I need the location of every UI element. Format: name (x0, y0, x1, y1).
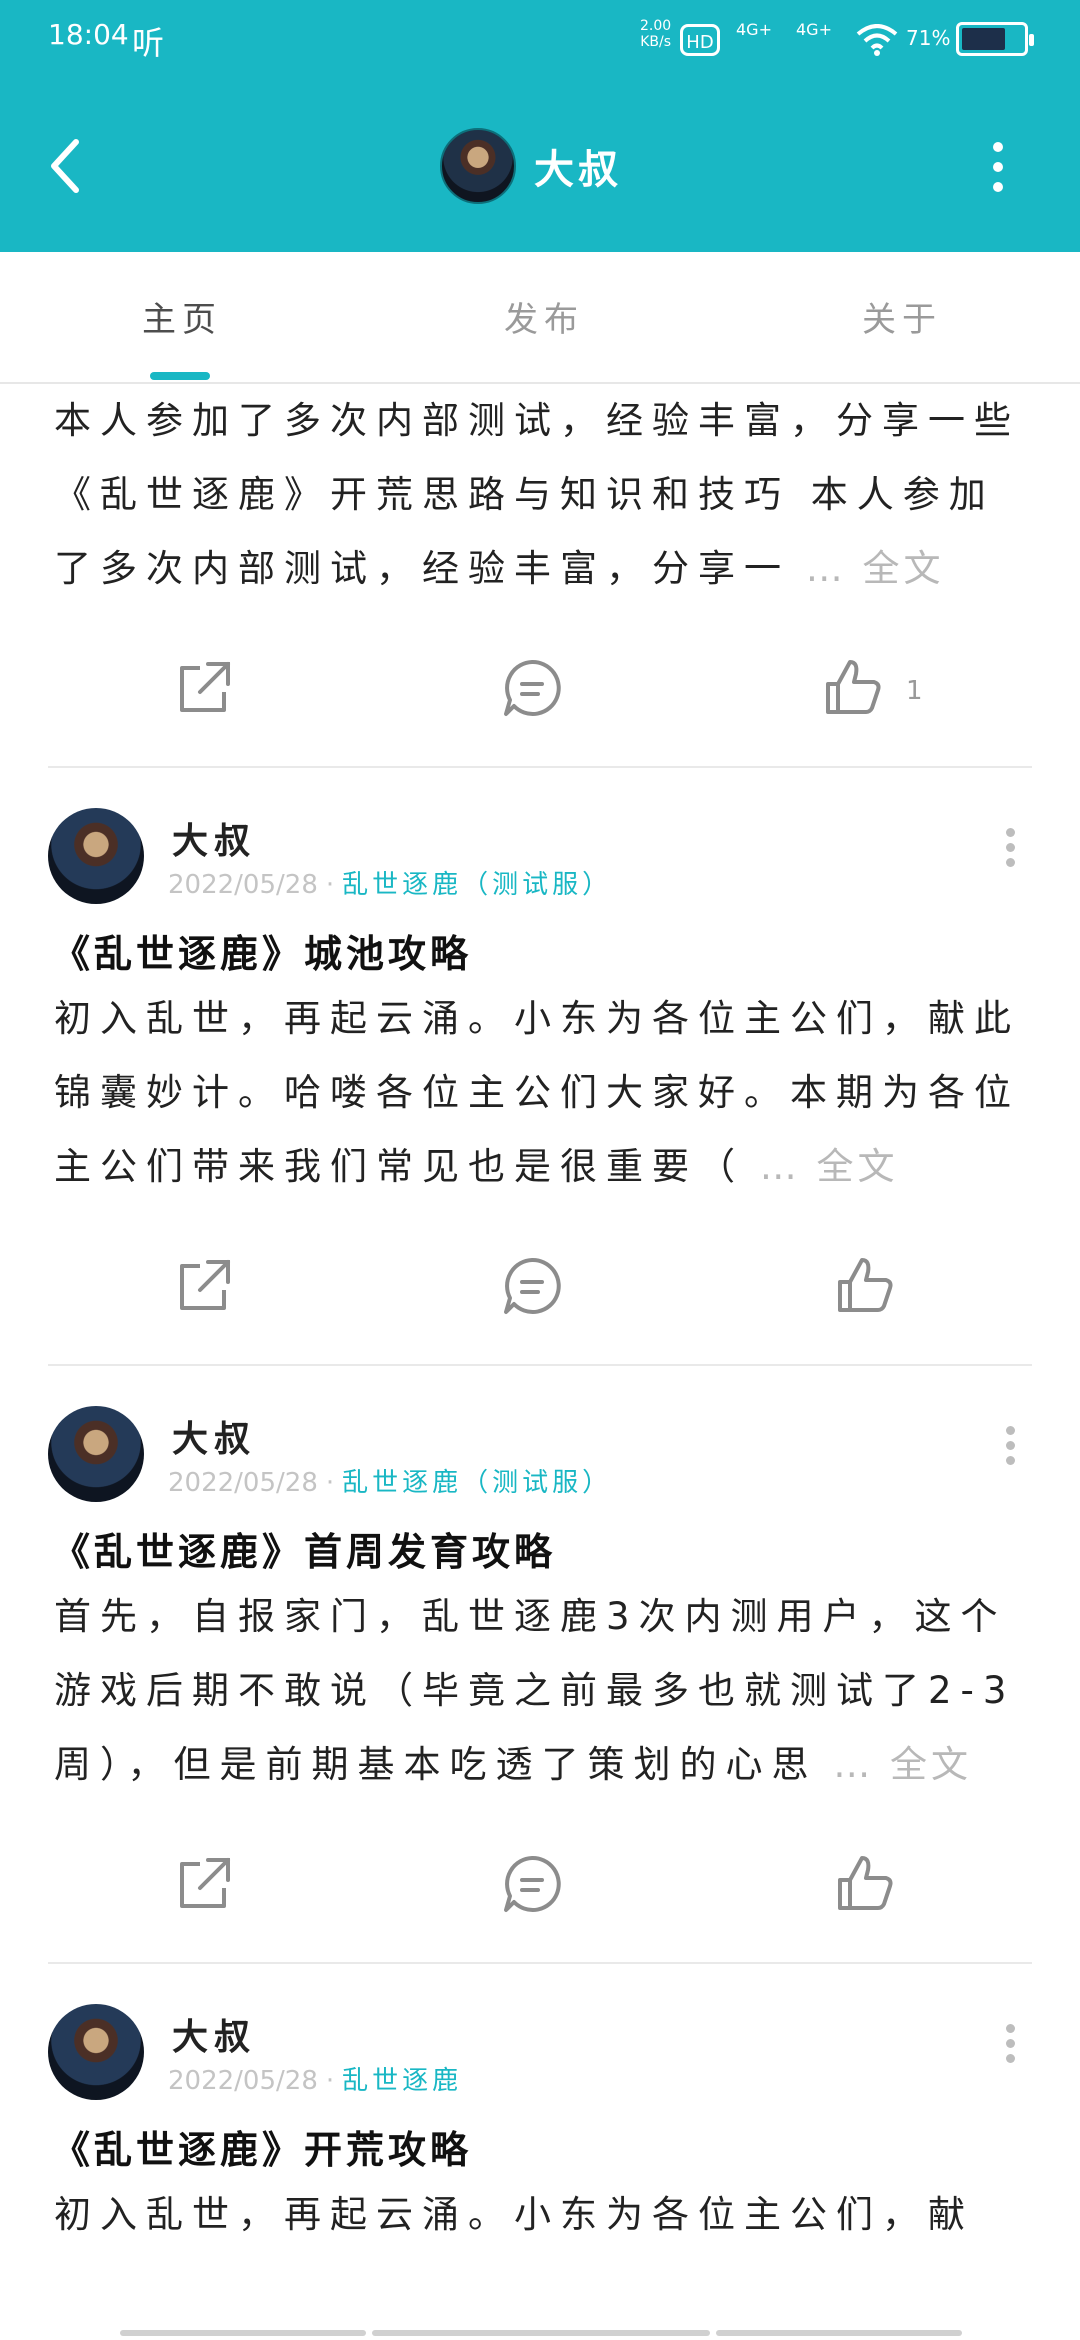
back-arrow-icon[interactable] (42, 136, 92, 196)
battery-percent: 71% (906, 26, 951, 50)
header-profile[interactable]: 大叔 (440, 128, 622, 204)
author-name[interactable]: 大叔 (172, 812, 256, 864)
battery-fill (962, 28, 1005, 50)
post-date: 2022/05/28 (168, 870, 318, 900)
post-meta: 2022/05/28 · 乱世逐鹿 (168, 2066, 463, 2096)
read-full-link[interactable]: 全文 (817, 1145, 899, 1188)
tab-home[interactable]: 主页 (142, 292, 222, 341)
game-tag[interactable]: 乱世逐鹿 (342, 2066, 462, 2096)
post-body: 首先，自报家门，乱世逐鹿3次内测用户，这个游戏后期不敢说（毕竟之前最多也就测试了… (54, 1595, 1016, 1786)
share-icon[interactable] (172, 1254, 236, 1318)
app-header: 18:04 听 2.00 KB/s HD 4G+ 4G+ 71% 大叔 (0, 0, 1080, 252)
tab-publish[interactable]: 发布 (504, 292, 584, 341)
post-meta: 2022/05/28 · 乱世逐鹿（测试服） (168, 870, 613, 900)
comment-icon[interactable] (500, 656, 564, 720)
comment-icon[interactable] (500, 1852, 564, 1916)
post-header: 大叔 2022/05/28 · 乱世逐鹿（测试服） (0, 1366, 1080, 1516)
post-body: 初入乱世，再起云涌。小东为各位主公们，献 (54, 2193, 974, 2236)
comment-icon[interactable] (500, 1254, 564, 1318)
post-actions (0, 1802, 1080, 1962)
status-extra-icon: 听 (132, 24, 165, 62)
avatar[interactable] (48, 1406, 144, 1502)
share-icon[interactable] (172, 656, 236, 720)
game-tag[interactable]: 乱世逐鹿（测试服） (342, 1468, 612, 1498)
more-options-icon[interactable] (990, 142, 1006, 194)
author-name[interactable]: 大叔 (172, 2008, 256, 2060)
avatar[interactable] (48, 808, 144, 904)
post-actions: 1 (0, 606, 1080, 766)
post-more-icon[interactable] (1004, 828, 1016, 868)
post-title[interactable]: 《乱世逐鹿》开荒攻略 (0, 2122, 1080, 2178)
signal-1-icon: 4G+ (736, 20, 772, 39)
hd-voice-icon: HD (680, 24, 720, 56)
scroll-indicator (0, 2328, 1080, 2340)
like-icon[interactable] (834, 1852, 898, 1916)
post-title[interactable]: 《乱世逐鹿》首周发育攻略 (0, 1524, 1080, 1580)
post-meta: 2022/05/28 · 乱世逐鹿（测试服） (168, 1468, 613, 1498)
post-header: 大叔 2022/05/28 · 乱世逐鹿 (0, 1964, 1080, 2114)
post-date: 2022/05/28 (168, 2066, 318, 2096)
read-full-link[interactable]: 全文 (890, 1743, 972, 1786)
post-card[interactable]: 大叔 2022/05/28 · 乱世逐鹿（测试服） 《乱世逐鹿》首周发育攻略 首先，… (0, 1366, 1080, 1964)
ellipsis: … (833, 1743, 875, 1786)
ellipsis: … (805, 547, 847, 590)
post-card[interactable]: 大叔 2022/05/28 · 乱世逐鹿（测试服） 《乱世逐鹿》城池攻略 初入乱世，… (0, 768, 1080, 1366)
post-card[interactable]: 大叔 2022/05/28 · 乱世逐鹿 《乱世逐鹿》开荒攻略 初入乱世，再起云涌。… (0, 1964, 1080, 2252)
author-name[interactable]: 大叔 (172, 1410, 256, 1462)
signal-2-icon: 4G+ (796, 20, 832, 39)
wifi-icon (856, 24, 898, 56)
battery-icon (956, 22, 1034, 56)
post-more-icon[interactable] (1004, 2024, 1016, 2064)
like-icon[interactable] (822, 656, 886, 720)
read-full-link[interactable]: 全文 (863, 547, 945, 590)
page-title: 大叔 (534, 147, 622, 193)
tab-indicator (150, 372, 210, 380)
feed[interactable]: 本人参加了多次内部测试，经验丰富，分享一些《乱世逐鹿》开荒思路与知识和技巧 本人… (0, 384, 1080, 2252)
post-header: 大叔 2022/05/28 · 乱世逐鹿（测试服） (0, 768, 1080, 918)
post-actions (0, 1204, 1080, 1364)
post-body: 本人参加了多次内部测试，经验丰富，分享一些《乱世逐鹿》开荒思路与知识和技巧 本人… (54, 399, 1020, 590)
post-date: 2022/05/28 (168, 1468, 318, 1498)
status-time: 18:04 (48, 18, 129, 51)
post-more-icon[interactable] (1004, 1426, 1016, 1466)
net-speed: 2.00 KB/s (640, 18, 672, 50)
post-body: 初入乱世，再起云涌。小东为各位主公们，献此锦囊妙计。哈喽各位主公们大家好。本期为… (54, 997, 1020, 1188)
tab-bar: 主页 发布 关于 (0, 252, 1080, 384)
like-count: 1 (906, 676, 923, 706)
post-card[interactable]: 本人参加了多次内部测试，经验丰富，分享一些《乱世逐鹿》开荒思路与知识和技巧 本人… (0, 384, 1080, 768)
avatar (440, 128, 516, 204)
post-title[interactable]: 《乱世逐鹿》城池攻略 (0, 926, 1080, 982)
avatar[interactable] (48, 2004, 144, 2100)
tab-about[interactable]: 关于 (862, 292, 942, 341)
ellipsis: … (759, 1145, 801, 1188)
share-icon[interactable] (172, 1852, 236, 1916)
game-tag[interactable]: 乱世逐鹿（测试服） (342, 870, 612, 900)
like-icon[interactable] (834, 1254, 898, 1318)
status-bar: 18:04 听 2.00 KB/s HD 4G+ 4G+ 71% (0, 0, 1080, 80)
